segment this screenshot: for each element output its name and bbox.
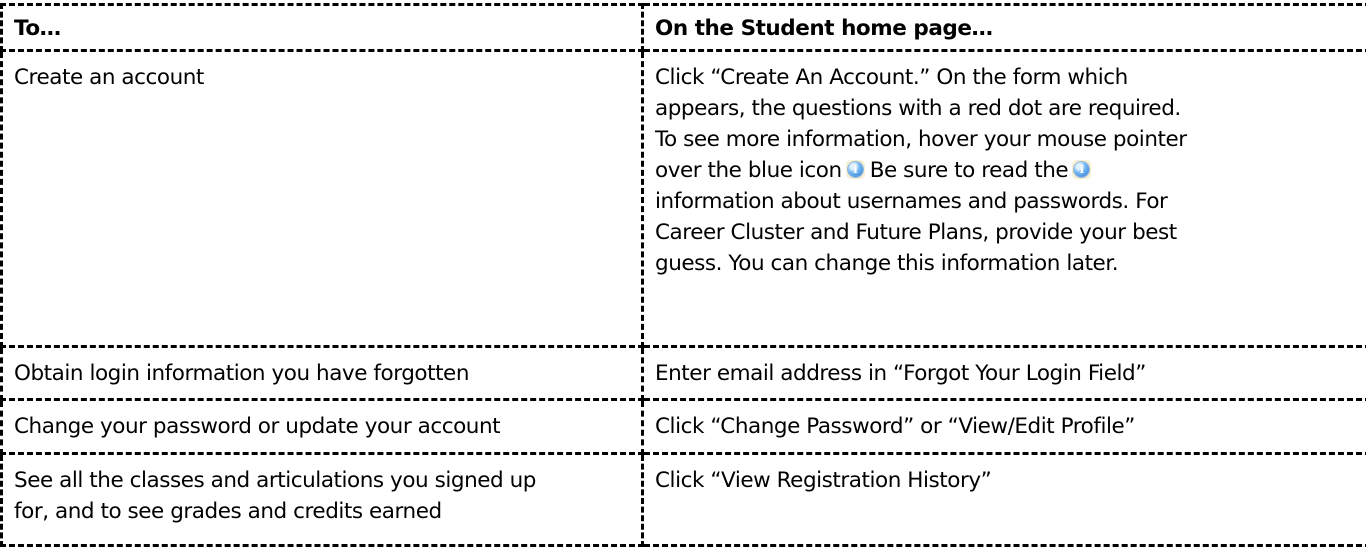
table-row: Create an account Click “Create An Accou… [0,49,1366,348]
instruction-cell: Click “View Registration History” [641,452,1366,547]
instruction-line: Career Cluster and Future Plans, provide… [655,220,1177,245]
instruction-line: To see more information, hover your mous… [655,127,1187,152]
instruction-line: Click “Create An Account.” On the form w… [655,65,1128,90]
instruction-line: appears, the questions with a red dot ar… [655,96,1181,121]
task-line: See all the classes and articulations yo… [14,468,536,493]
task-cell: Create an account [0,49,644,348]
table-header-row: To… On the Student home page… [0,3,1366,52]
document-page: { "table": { "headers": { "col1": "To…",… [0,0,1366,552]
instructions-table: To… On the Student home page… Create an … [0,3,1366,547]
info-icon [845,160,865,179]
instruction-line: information about usernames and password… [655,189,1168,214]
task-cell: Obtain login information you have forgot… [0,345,644,401]
table-row: Obtain login information you have forgot… [0,345,1366,401]
instruction-text: Be sure to read the [869,158,1069,183]
task-cell: See all the classes and articulations yo… [0,452,644,547]
task-line: for, and to see grades and credits earne… [14,499,442,524]
table-row: See all the classes and articulations yo… [0,452,1366,547]
header-cell-to: To… [0,3,644,52]
task-cell: Change your password or update your acco… [0,398,644,455]
instruction-line-with-icons: over the blue icon Be sure to read the [655,155,1362,186]
instruction-text: over the blue icon [655,158,842,183]
info-icon [1072,160,1092,179]
instruction-cell: Enter email address in “Forgot Your Logi… [641,345,1366,401]
instruction-cell: Click “Create An Account.” On the form w… [641,49,1366,348]
instruction-cell: Click “Change Password” or “View/Edit Pr… [641,398,1366,455]
instruction-line: guess. You can change this information l… [655,251,1119,276]
table-row: Change your password or update your acco… [0,398,1366,455]
header-cell-student-home-page: On the Student home page… [641,3,1366,52]
